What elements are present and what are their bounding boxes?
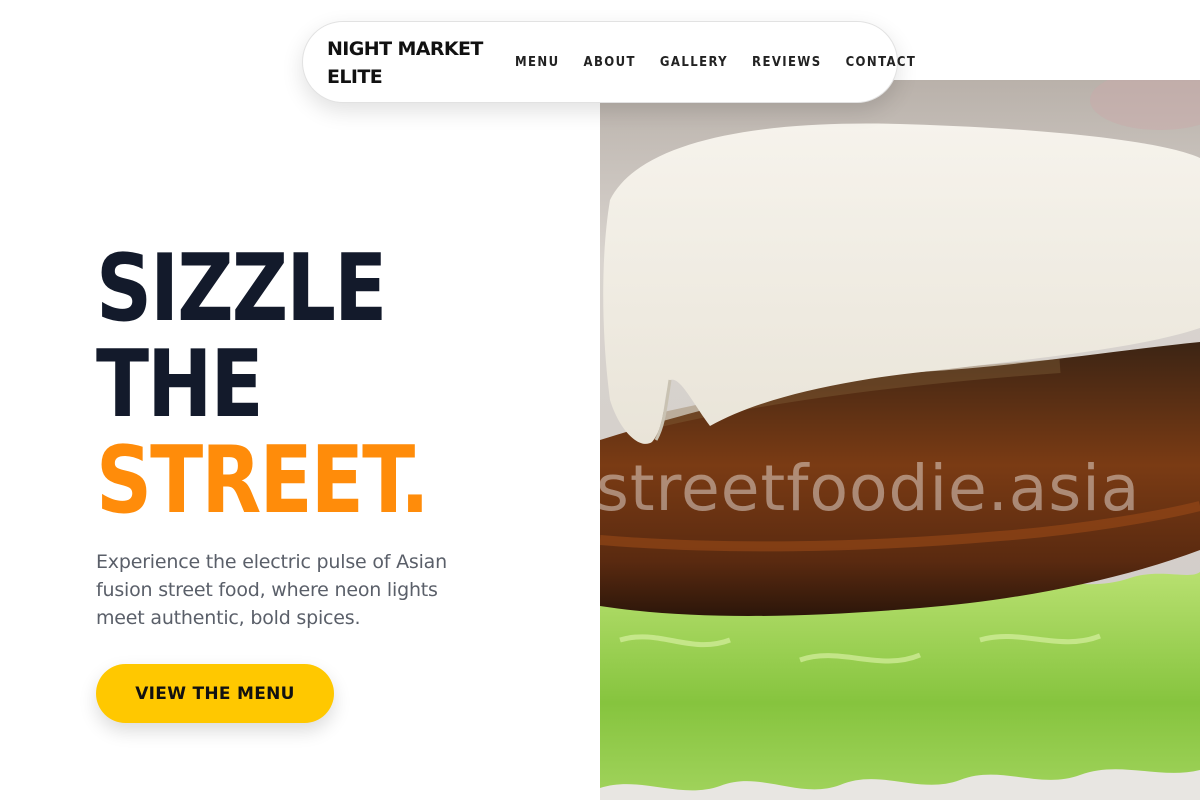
- image-watermark: streetfoodie.asia: [600, 452, 1141, 525]
- brand-logo[interactable]: NIGHT MARKET ELITE: [327, 35, 497, 91]
- hero-image: streetfoodie.asia: [600, 80, 1200, 800]
- view-menu-button[interactable]: VIEW THE MENU: [96, 664, 334, 723]
- nav-link-reviews[interactable]: REVIEWS: [752, 55, 822, 70]
- nav-link-contact[interactable]: CONTACT: [846, 55, 917, 70]
- hero-description: Experience the electric pulse of Asian f…: [96, 551, 447, 629]
- hero-title-line-3: STREET.: [96, 426, 430, 534]
- hero-title-line-2: THE: [96, 330, 264, 438]
- hero-title: SIZZLE THE STREET.: [96, 234, 430, 534]
- nav-link-menu[interactable]: MENU: [515, 55, 560, 70]
- brand-name-line1: NIGHT MARKET: [327, 38, 483, 60]
- navbar: NIGHT MARKET ELITE MENU ABOUT GALLERY RE…: [302, 21, 915, 103]
- hero-title-line-1: SIZZLE: [96, 234, 387, 342]
- nav-links: MENU ABOUT GALLERY REVIEWS CONTACT: [515, 22, 916, 102]
- nav-link-about[interactable]: ABOUT: [584, 55, 636, 70]
- bao-burger-photo-icon: [600, 80, 1200, 800]
- nav-link-gallery[interactable]: GALLERY: [660, 55, 728, 70]
- brand-name-line2: ELITE: [327, 66, 383, 88]
